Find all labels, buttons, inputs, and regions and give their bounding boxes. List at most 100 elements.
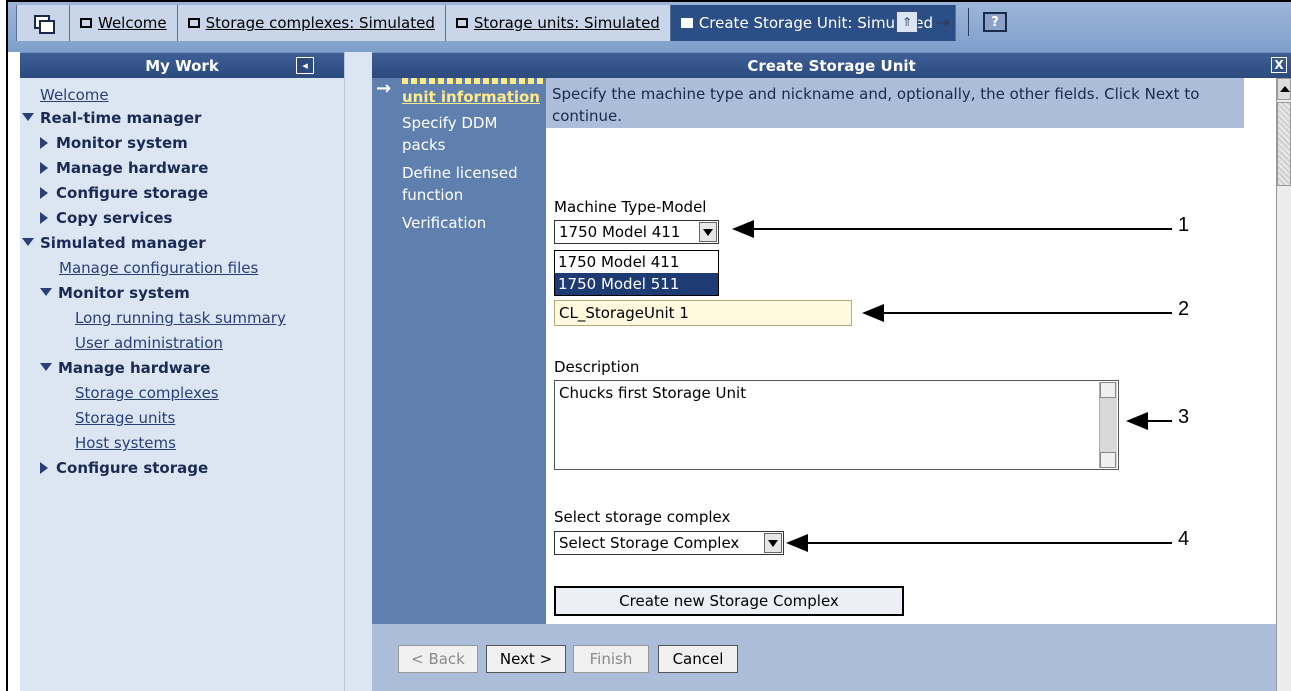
scroll-down-icon[interactable] bbox=[1100, 452, 1116, 468]
machine-type-label: Machine Type-Model bbox=[554, 198, 707, 216]
help-icon: ? bbox=[991, 14, 999, 30]
nav-link[interactable]: Manage configuration files bbox=[59, 259, 258, 277]
collapsed-icon bbox=[40, 462, 48, 474]
nav-item-sim-configure-storage[interactable]: Configure storage bbox=[40, 456, 208, 481]
select-value: Select Storage Complex bbox=[559, 534, 740, 552]
chevron-down-icon[interactable] bbox=[764, 533, 782, 553]
tab-label: Welcome bbox=[98, 14, 167, 32]
callout-line bbox=[806, 542, 1172, 544]
chevron-down-icon[interactable] bbox=[699, 222, 717, 242]
step-specify-ddm: Specify DDM packs bbox=[402, 114, 498, 154]
minimize-all-button[interactable]: ⇑ bbox=[896, 11, 918, 33]
callout-arrow-icon bbox=[1126, 412, 1148, 430]
callout-arrow-icon bbox=[862, 304, 884, 322]
nav-label: Simulated manager bbox=[40, 234, 206, 252]
collapse-pane-button[interactable]: ◂ bbox=[296, 57, 314, 74]
collapse-icon: ◂ bbox=[302, 59, 308, 72]
nav-link[interactable]: Host systems bbox=[75, 434, 176, 452]
pane-splitter[interactable] bbox=[344, 52, 372, 691]
tab-welcome[interactable]: Welcome bbox=[70, 5, 178, 41]
window-switcher-button[interactable] bbox=[16, 5, 70, 41]
nav-label: Monitor system bbox=[58, 284, 190, 302]
nav-item-long-running-task[interactable]: Long running task summary bbox=[75, 306, 286, 331]
storage-complex-label: Select storage complex bbox=[554, 508, 731, 526]
tab-bar: Welcome Storage complexes: Simulated Sto… bbox=[8, 0, 1291, 52]
finish-button[interactable]: Finish bbox=[573, 645, 649, 673]
windows-icon bbox=[34, 15, 55, 34]
my-work-header: My Work ◂ bbox=[20, 52, 344, 78]
callout-line bbox=[752, 228, 1172, 230]
step-define-licensed: Define licensed function bbox=[402, 164, 518, 204]
page-title: Create Storage Unit bbox=[747, 56, 916, 75]
expanded-icon bbox=[40, 363, 52, 371]
storage-complex-select[interactable]: Select Storage Complex bbox=[554, 531, 784, 555]
callout-number: 3 bbox=[1178, 406, 1190, 428]
nav-item-host-systems[interactable]: Host systems bbox=[75, 431, 176, 456]
page-scrollbar[interactable] bbox=[1276, 78, 1291, 691]
nav-item-simulated-manager[interactable]: Simulated manager bbox=[22, 231, 206, 256]
navigation-tree: Welcome Real-time manager Monitor system… bbox=[20, 78, 344, 691]
instructions: Specify the machine type and nickname an… bbox=[546, 78, 1244, 128]
machine-type-select[interactable]: 1750 Model 411 bbox=[554, 220, 719, 244]
collapsed-icon bbox=[40, 137, 48, 149]
logout-button[interactable]: ⇥ bbox=[932, 11, 954, 33]
nickname-input[interactable]: CL_StorageUnit 1 bbox=[554, 300, 852, 326]
nav-link[interactable]: Storage complexes bbox=[75, 384, 219, 402]
nav-item-realtime-manager[interactable]: Real-time manager bbox=[22, 106, 201, 131]
callout-number: 2 bbox=[1178, 298, 1190, 320]
description-textarea[interactable]: Chucks first Storage Unit bbox=[554, 380, 1119, 470]
nav-link[interactable]: Welcome bbox=[40, 86, 109, 104]
help-button[interactable]: ? bbox=[983, 12, 1007, 32]
current-step-arrow-icon: → bbox=[376, 78, 392, 99]
nav-item-welcome[interactable]: Welcome bbox=[40, 83, 109, 108]
nav-item-manage-hardware[interactable]: Manage hardware bbox=[40, 156, 208, 181]
back-button[interactable]: < Back bbox=[398, 645, 478, 673]
nav-link[interactable]: Long running task summary bbox=[75, 309, 286, 327]
wizard-footer: < Back Next > Finish Cancel bbox=[372, 624, 1276, 691]
nav-item-storage-units[interactable]: Storage units bbox=[75, 406, 175, 431]
tab-label: Storage units: Simulated bbox=[473, 14, 660, 32]
scroll-up-icon[interactable] bbox=[1100, 382, 1116, 398]
select-value: 1750 Model 411 bbox=[559, 223, 681, 241]
nav-item-storage-complexes[interactable]: Storage complexes bbox=[75, 381, 219, 406]
description-scrollbar[interactable] bbox=[1099, 382, 1117, 468]
toolbar: ⇑ ⇥ ? bbox=[896, 8, 1007, 36]
tab-label: Storage complexes: Simulated bbox=[205, 14, 435, 32]
toolbar-divider bbox=[968, 8, 969, 36]
page-icon bbox=[187, 18, 200, 28]
description-label: Description bbox=[554, 358, 640, 376]
option-model-511[interactable]: 1750 Model 511 bbox=[555, 273, 718, 295]
tab-storage-complexes[interactable]: Storage complexes: Simulated bbox=[177, 5, 446, 41]
nav-label: Monitor system bbox=[56, 134, 188, 152]
expanded-icon bbox=[22, 238, 34, 246]
description-value: Chucks first Storage Unit bbox=[559, 384, 747, 402]
machine-type-options: 1750 Model 411 1750 Model 511 bbox=[554, 250, 719, 296]
callout-arrow-icon bbox=[786, 534, 808, 552]
nav-label: Configure storage bbox=[56, 459, 209, 477]
nav-item-user-administration[interactable]: User administration bbox=[75, 331, 223, 356]
nav-item-monitor-system[interactable]: Monitor system bbox=[40, 131, 188, 156]
my-work-title: My Work bbox=[145, 56, 219, 75]
callout-number: 4 bbox=[1178, 528, 1190, 550]
nav-item-configure-storage[interactable]: Configure storage bbox=[40, 181, 208, 206]
step-unit-information[interactable]: unit information bbox=[402, 86, 542, 108]
scroll-thumb[interactable] bbox=[1277, 102, 1291, 186]
logout-icon: ⇥ bbox=[936, 12, 950, 32]
collapsed-icon bbox=[40, 162, 48, 174]
create-storage-complex-button[interactable]: Create new Storage Complex bbox=[554, 586, 904, 616]
nav-item-sim-monitor-system[interactable]: Monitor system bbox=[40, 281, 190, 306]
nav-link[interactable]: Storage units bbox=[75, 409, 175, 427]
arrow-up-icon: ⇑ bbox=[901, 15, 913, 29]
nav-link[interactable]: User administration bbox=[75, 334, 223, 352]
cancel-button[interactable]: Cancel bbox=[658, 645, 738, 673]
nav-item-manage-config-files[interactable]: Manage configuration files bbox=[59, 256, 258, 281]
close-button[interactable]: X bbox=[1271, 57, 1287, 73]
tab-storage-units[interactable]: Storage units: Simulated bbox=[445, 5, 671, 41]
option-model-411[interactable]: 1750 Model 411 bbox=[555, 251, 718, 273]
scroll-up-icon[interactable] bbox=[1277, 78, 1291, 100]
next-button[interactable]: Next > bbox=[486, 645, 566, 673]
nav-item-copy-services[interactable]: Copy services bbox=[40, 206, 172, 231]
nav-label: Copy services bbox=[56, 209, 173, 227]
nav-item-sim-manage-hardware[interactable]: Manage hardware bbox=[40, 356, 210, 381]
main-header: Create Storage Unit X bbox=[372, 52, 1291, 78]
